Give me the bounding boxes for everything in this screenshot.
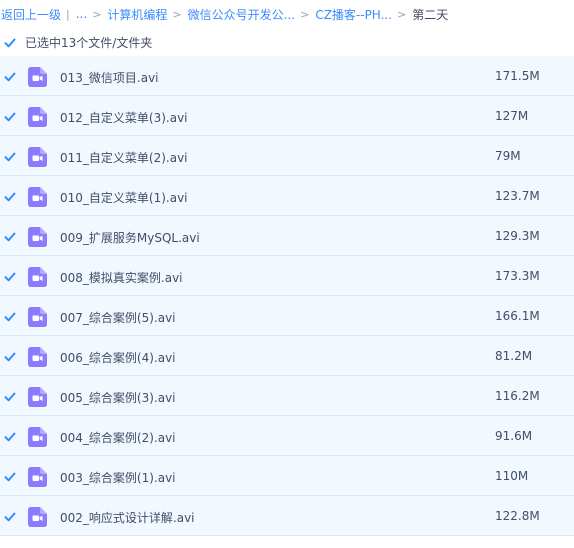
row-checkbox[interactable] [4, 71, 16, 82]
file-size: 110M [495, 469, 529, 483]
row-checkbox[interactable] [4, 391, 16, 402]
breadcrumb-ellipsis[interactable]: ... [76, 7, 87, 21]
file-size: 91.6M [495, 429, 533, 443]
video-file-icon [28, 387, 47, 407]
checkbox-checked-icon [4, 512, 16, 522]
row-checkbox[interactable] [4, 471, 16, 482]
file-size: 127M [495, 109, 529, 123]
file-name[interactable]: 003_综合案例(1).avi [60, 469, 176, 486]
chevron-right-icon: > [92, 7, 102, 21]
file-name[interactable]: 008_模拟真实案例.avi [60, 269, 183, 286]
row-checkbox[interactable] [4, 231, 16, 242]
file-name[interactable]: 002_响应式设计详解.avi [60, 509, 195, 526]
chevron-right-icon: > [397, 7, 407, 21]
file-row[interactable]: 007_综合案例(5).avi 166.1M [0, 296, 574, 336]
file-size: 123.7M [495, 189, 540, 203]
file-name[interactable]: 013_微信项目.avi [60, 69, 159, 86]
file-list: 013_微信项目.avi 171.5M 012_自定义菜单(3).avi 127… [0, 56, 574, 536]
file-row[interactable]: 008_模拟真实案例.avi 173.3M [0, 256, 574, 296]
checkbox-checked-icon [4, 352, 16, 362]
video-file-icon [28, 187, 47, 207]
back-link[interactable]: 返回上一级 [1, 6, 61, 23]
video-file-icon [28, 107, 47, 127]
select-all-checkbox[interactable] [4, 37, 16, 48]
selection-bar: 已选中13个文件/文件夹 [0, 28, 574, 56]
video-file-icon [28, 67, 47, 87]
chevron-right-icon: | [66, 7, 70, 21]
checkbox-checked-icon [4, 472, 16, 482]
file-row[interactable]: 010_自定义菜单(1).avi 123.7M [0, 176, 574, 216]
row-checkbox[interactable] [4, 431, 16, 442]
video-file-icon [28, 347, 47, 367]
file-name[interactable]: 009_扩展服务MySQL.avi [60, 229, 200, 246]
video-file-icon [28, 507, 47, 527]
breadcrumb-item-wechat[interactable]: 微信公众号开发公... [188, 6, 295, 23]
file-name[interactable]: 006_综合案例(4).avi [60, 349, 176, 366]
video-file-icon [28, 307, 47, 327]
video-file-icon [28, 427, 47, 447]
row-checkbox[interactable] [4, 111, 16, 122]
checkbox-checked-icon [4, 432, 16, 442]
row-checkbox[interactable] [4, 191, 16, 202]
checkbox-checked-icon [4, 38, 16, 47]
checkbox-checked-icon [4, 312, 16, 322]
file-name[interactable]: 010_自定义菜单(1).avi [60, 189, 188, 206]
file-size: 173.3M [495, 269, 540, 283]
breadcrumb-item-cz[interactable]: CZ播客--PH... [315, 6, 392, 23]
row-checkbox[interactable] [4, 151, 16, 162]
file-name[interactable]: 004_综合案例(2).avi [60, 429, 176, 446]
file-row[interactable]: 004_综合案例(2).avi 91.6M [0, 416, 574, 456]
checkbox-checked-icon [4, 72, 16, 82]
checkbox-checked-icon [4, 112, 16, 122]
breadcrumb-item-programming[interactable]: 计算机编程 [107, 6, 167, 23]
checkbox-checked-icon [4, 152, 16, 162]
checkbox-checked-icon [4, 192, 16, 202]
row-checkbox[interactable] [4, 511, 16, 522]
breadcrumb: 返回上一级 | ... > 计算机编程 > 微信公众号开发公... > CZ播客… [0, 0, 574, 28]
row-checkbox[interactable] [4, 351, 16, 362]
row-checkbox[interactable] [4, 271, 16, 282]
file-size: 166.1M [495, 309, 540, 323]
checkbox-checked-icon [4, 272, 16, 282]
checkbox-checked-icon [4, 232, 16, 242]
file-row[interactable]: 012_自定义菜单(3).avi 127M [0, 96, 574, 136]
video-file-icon [28, 227, 47, 247]
file-size: 116.2M [495, 389, 540, 403]
chevron-right-icon: > [300, 7, 310, 21]
file-row[interactable]: 002_响应式设计详解.avi 122.8M [0, 496, 574, 536]
file-name[interactable]: 011_自定义菜单(2).avi [60, 149, 188, 166]
file-size: 122.8M [495, 509, 540, 523]
file-size: 129.3M [495, 229, 540, 243]
video-file-icon [28, 147, 47, 167]
file-row[interactable]: 011_自定义菜单(2).avi 79M [0, 136, 574, 176]
video-file-icon [28, 467, 47, 487]
checkbox-checked-icon [4, 392, 16, 402]
file-row[interactable]: 013_微信项目.avi 171.5M [0, 56, 574, 96]
file-row[interactable]: 005_综合案例(3).avi 116.2M [0, 376, 574, 416]
file-size: 81.2M [495, 349, 533, 363]
file-row[interactable]: 009_扩展服务MySQL.avi 129.3M [0, 216, 574, 256]
file-name[interactable]: 005_综合案例(3).avi [60, 389, 176, 406]
chevron-right-icon: > [172, 7, 182, 21]
breadcrumb-current: 第二天 [412, 7, 449, 22]
row-checkbox[interactable] [4, 311, 16, 322]
selection-count-text: 已选中13个文件/文件夹 [25, 35, 153, 50]
file-name[interactable]: 007_综合案例(5).avi [60, 309, 176, 326]
file-row[interactable]: 006_综合案例(4).avi 81.2M [0, 336, 574, 376]
file-name[interactable]: 012_自定义菜单(3).avi [60, 109, 188, 126]
file-size: 79M [495, 149, 521, 163]
video-file-icon [28, 267, 47, 287]
file-size: 171.5M [495, 69, 540, 83]
file-row[interactable]: 003_综合案例(1).avi 110M [0, 456, 574, 496]
